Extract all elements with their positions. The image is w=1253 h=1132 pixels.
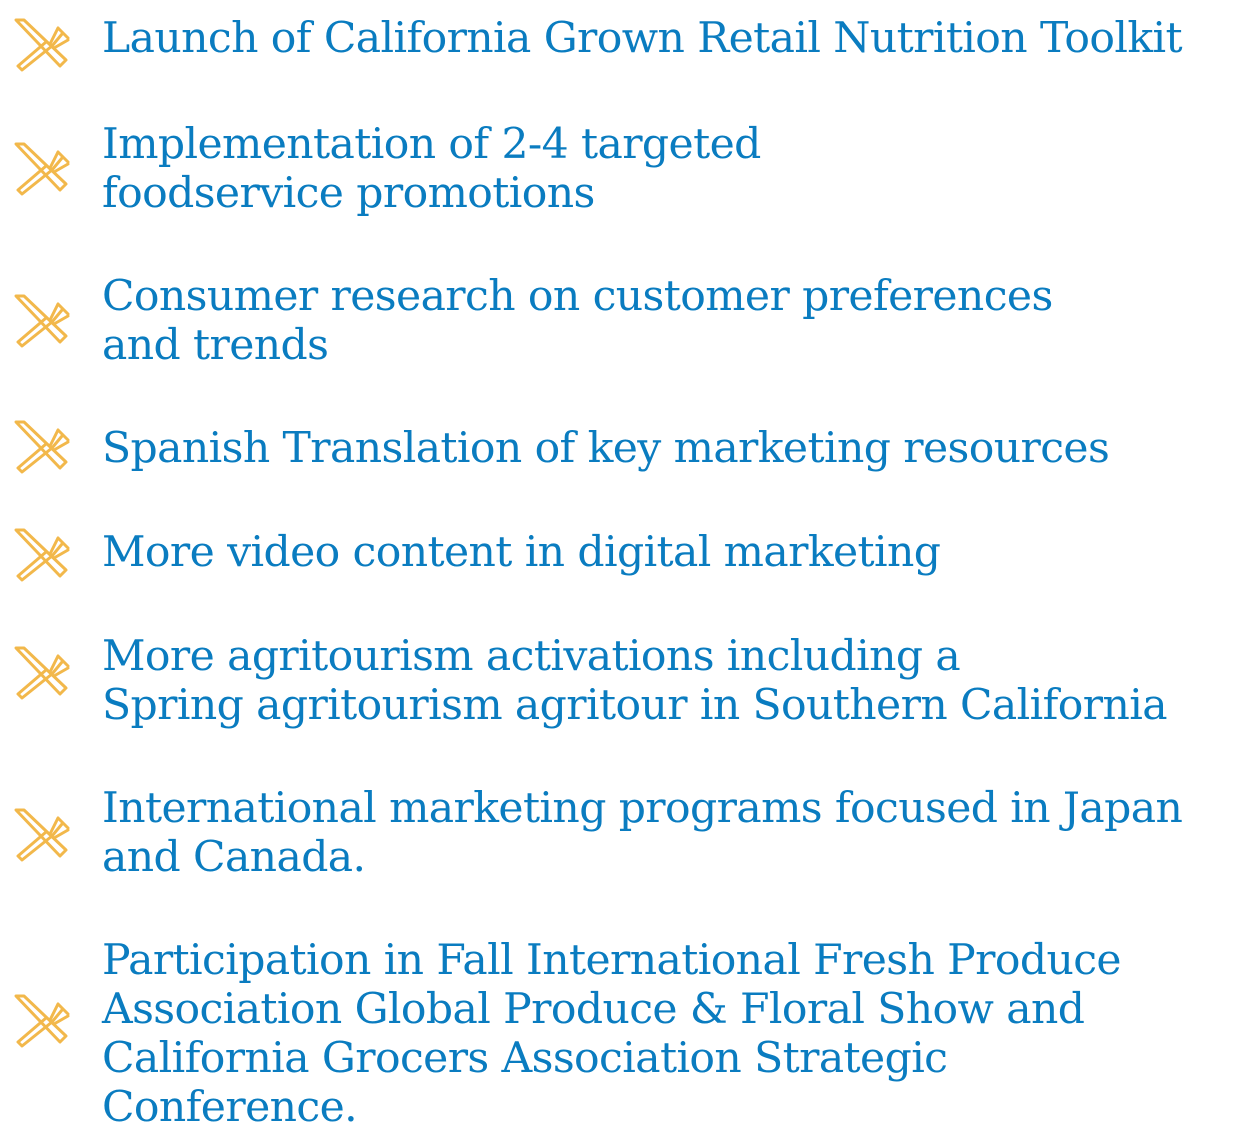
list-item-text: More video content in digital marketing <box>102 528 941 577</box>
list-item-text: Launch of California Grown Retail Nutrit… <box>102 14 1183 63</box>
fork-and-knife-icon <box>10 992 74 1048</box>
fork-and-knife-icon <box>10 644 74 700</box>
fork-and-knife-icon <box>10 418 74 474</box>
list-item-text: Participation in Fall International Fres… <box>102 936 1122 1132</box>
list-item-text: International marketing programs focused… <box>102 784 1183 882</box>
list-item-text: More agritourism activations including a… <box>102 632 1168 730</box>
fork-and-knife-icon <box>10 292 74 348</box>
list-item-text: Consumer research on customer preference… <box>102 272 1053 370</box>
list-item-text: Implementation of 2-4 targeted foodservi… <box>102 120 761 218</box>
fork-and-knife-icon <box>10 806 74 862</box>
fork-and-knife-icon <box>10 16 74 72</box>
fork-and-knife-icon <box>10 140 74 196</box>
fork-and-knife-icon <box>10 526 74 582</box>
list-item-text: Spanish Translation of key marketing res… <box>102 424 1110 473</box>
